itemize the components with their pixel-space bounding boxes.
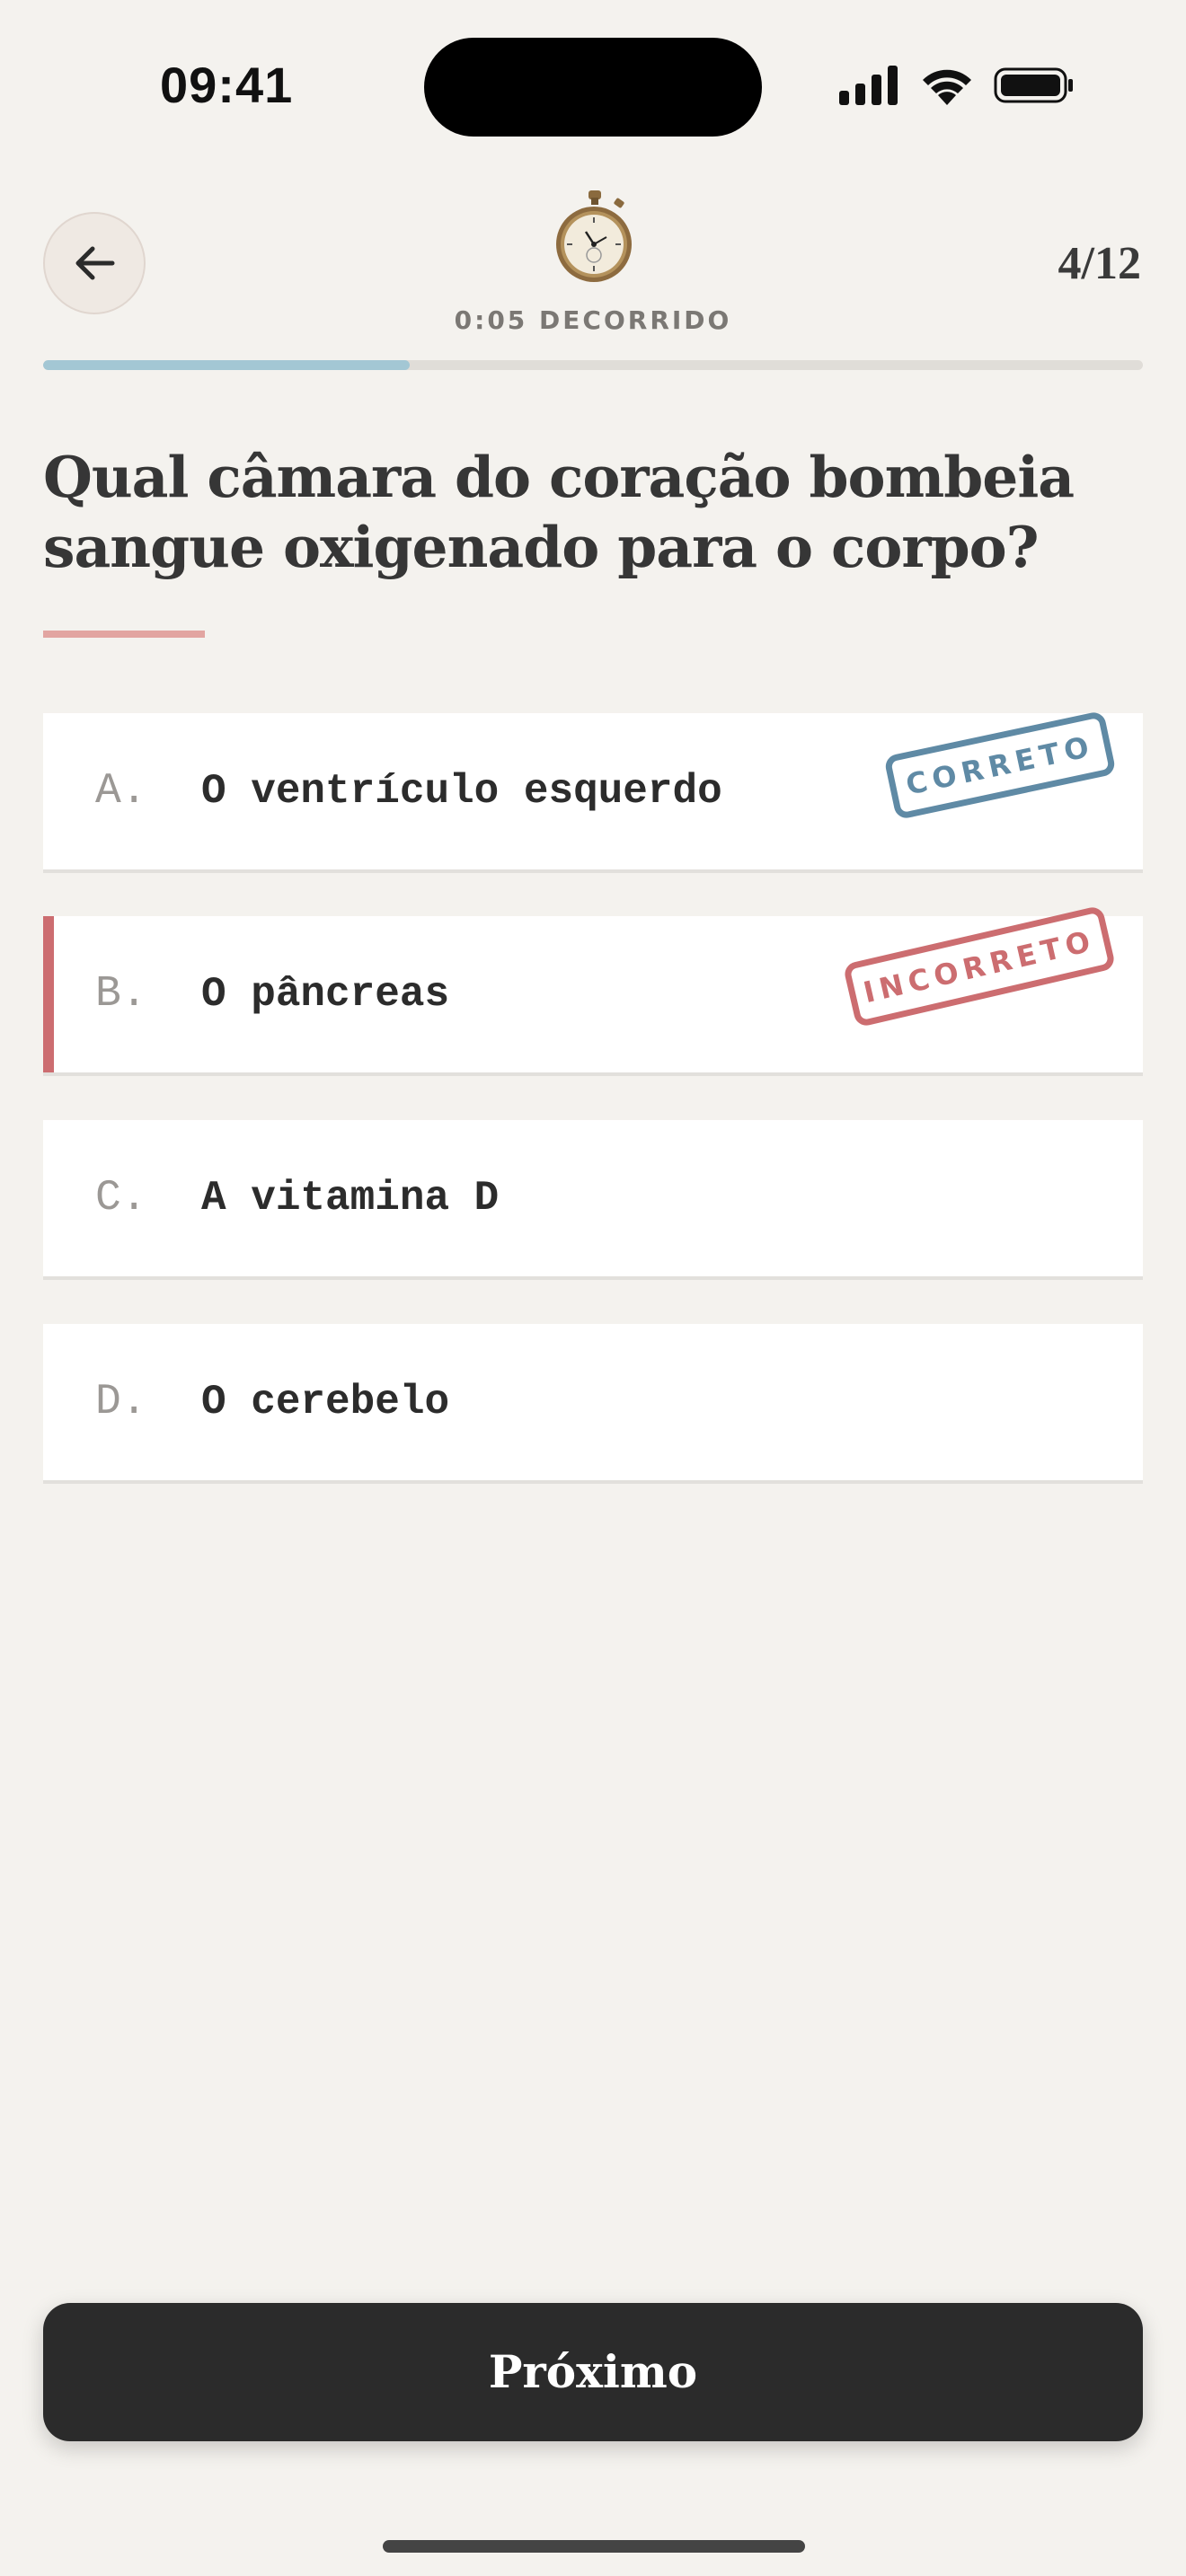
elapsed-time: 0:05 DECORRIDO <box>454 305 732 335</box>
option-letter: D. <box>95 1378 147 1426</box>
arrow-left-icon <box>75 246 115 280</box>
back-button[interactable] <box>43 212 146 314</box>
battery-icon <box>994 67 1073 103</box>
option-text: O cerebelo <box>201 1379 450 1425</box>
option-a[interactable]: A. O ventrículo esquerdo CORRETO <box>43 710 1143 869</box>
progress-bar <box>43 360 1143 370</box>
question-counter: 4/12 <box>1058 238 1141 289</box>
dynamic-island <box>424 38 762 137</box>
next-button[interactable]: Próximo <box>43 2303 1143 2441</box>
wifi-icon <box>923 69 971 105</box>
cellular-signal-icon <box>839 66 898 105</box>
option-text: O ventrículo esquerdo <box>201 768 722 815</box>
question-underline <box>43 631 205 638</box>
stopwatch-icon <box>556 190 632 282</box>
question-text: Qual câmara do coração bombeia sangue ox… <box>43 444 1075 580</box>
progress-fill <box>43 360 410 370</box>
option-letter: A. <box>95 767 147 816</box>
status-time: 09:41 <box>160 57 294 113</box>
correct-stamp: CORRETO <box>883 710 1117 821</box>
quiz-screen: 09:41 0:05 DECORRIDO 4/12 Qual câmara do… <box>0 0 1186 2576</box>
option-b[interactable]: B. O pâncreas INCORRETO <box>43 904 1143 1072</box>
option-text: O pâncreas <box>201 971 450 1018</box>
option-letter: C. <box>95 1174 147 1222</box>
option-d[interactable]: D. O cerebelo <box>43 1324 1143 1480</box>
incorrect-stamp: INCORRETO <box>842 904 1117 1028</box>
status-icons <box>839 63 1075 108</box>
option-text: A vitamina D <box>201 1175 500 1222</box>
option-letter: B. <box>95 970 147 1019</box>
option-c[interactable]: C. A vitamina D <box>43 1120 1143 1276</box>
home-indicator <box>383 2540 805 2553</box>
